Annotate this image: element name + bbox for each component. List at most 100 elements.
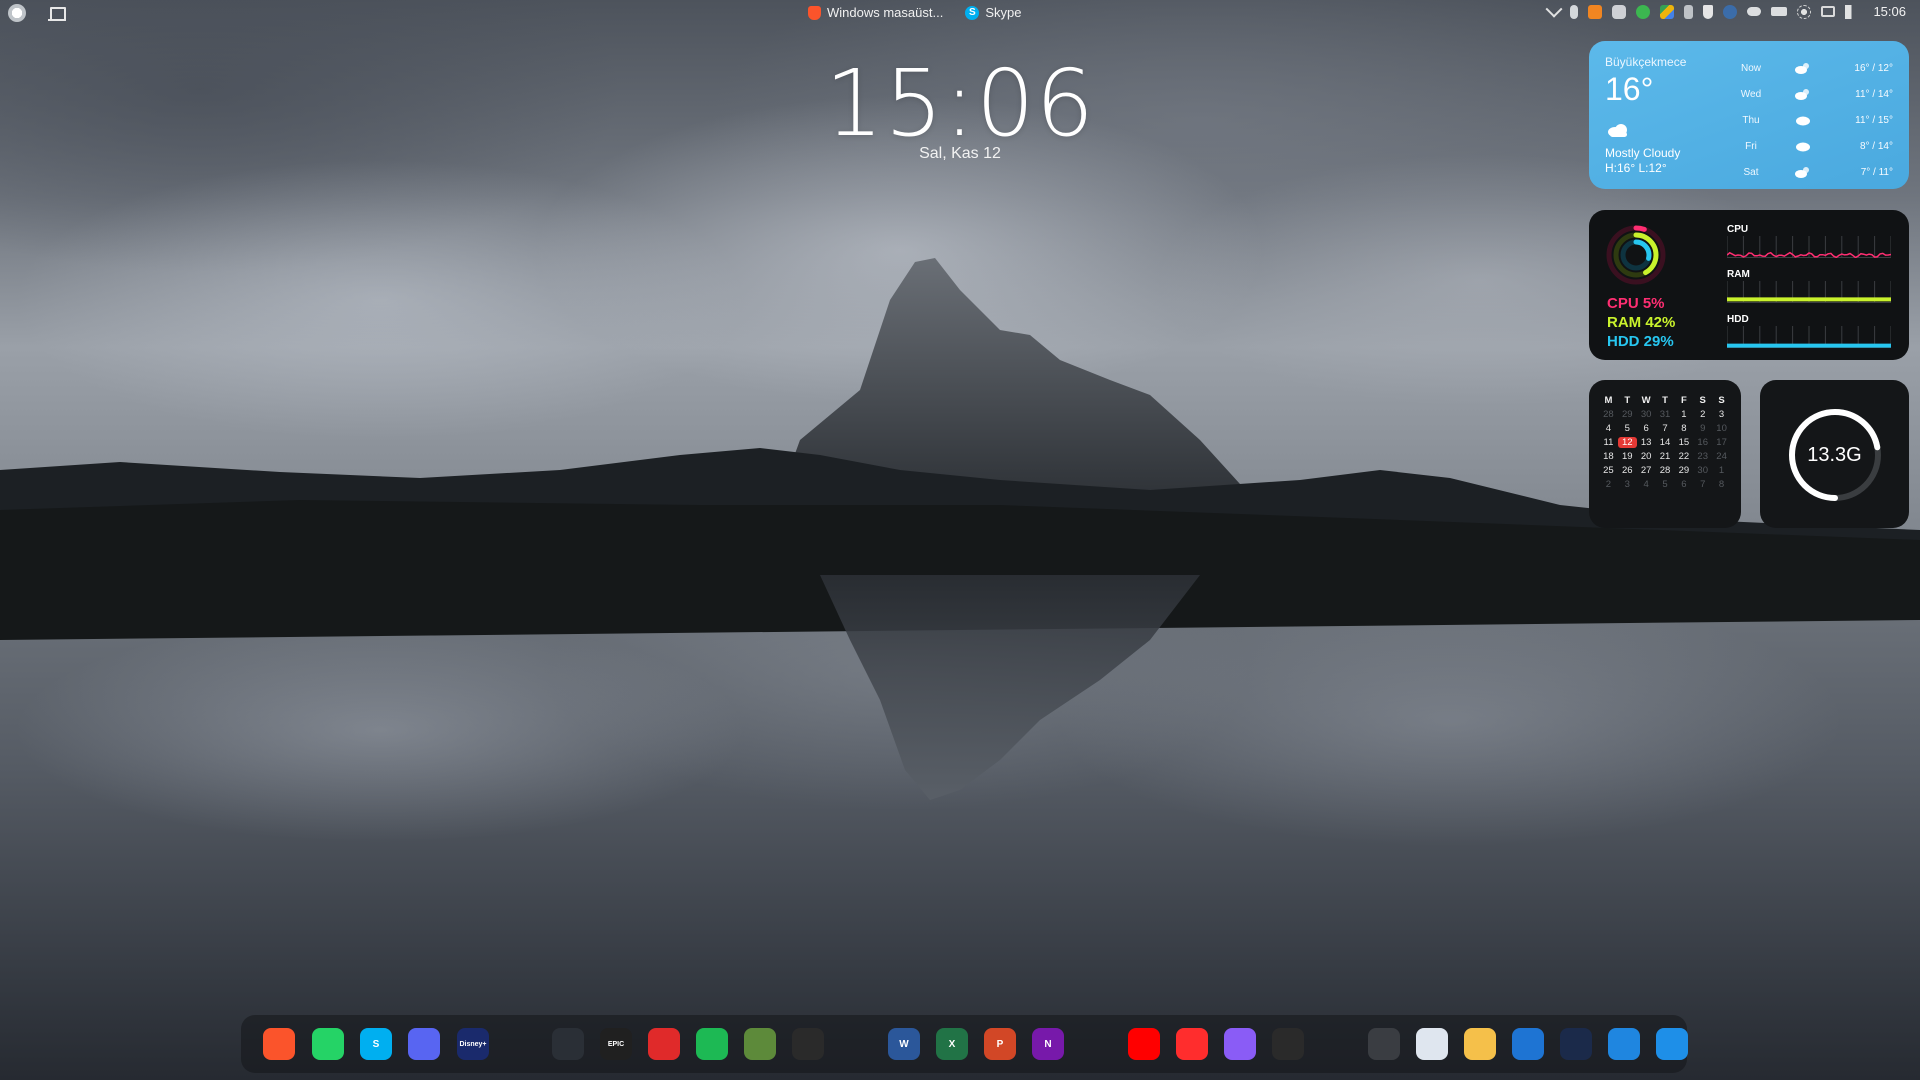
- calendar-day[interactable]: 3: [1618, 479, 1637, 490]
- calendar-widget[interactable]: M T W T F S S 28 29 30 31 1 2 3 4 5 6 7 8 9 10 11 12 13 14 15 16 17…: [1589, 380, 1741, 528]
- calendar-day[interactable]: 18: [1599, 451, 1618, 462]
- youtube-music-icon[interactable]: [1176, 1028, 1208, 1060]
- calendar-day[interactable]: 1: [1712, 465, 1731, 476]
- system-monitor-widget[interactable]: CPU 5% RAM 42% HDD 29% CPU RAM HDD: [1589, 210, 1909, 360]
- calendar-day[interactable]: 5: [1656, 479, 1675, 490]
- topbar-app-skype[interactable]: S Skype: [965, 5, 1021, 20]
- calendar-day[interactable]: 5: [1618, 423, 1637, 434]
- forecast-row: Thu 11° / 15°: [1725, 107, 1901, 133]
- forecast-range: 11° / 15°: [1855, 114, 1893, 126]
- calendar-day[interactable]: 13: [1637, 437, 1656, 448]
- calendar-day[interactable]: 24: [1712, 451, 1731, 462]
- calendar-day[interactable]: 2: [1599, 479, 1618, 490]
- microsoft-store-icon[interactable]: [1512, 1028, 1544, 1060]
- topbar-left: [8, 4, 66, 22]
- security-icon[interactable]: [1703, 4, 1714, 19]
- forecast-day: Fri: [1745, 140, 1757, 152]
- discord-icon[interactable]: [1612, 4, 1627, 19]
- network-icon[interactable]: [1821, 6, 1836, 17]
- calendar-day[interactable]: 7: [1656, 423, 1675, 434]
- calendar-day[interactable]: 30: [1693, 465, 1712, 476]
- calendar-day[interactable]: 29: [1618, 409, 1637, 420]
- google-drive-icon[interactable]: [1272, 1028, 1304, 1060]
- split-view-icon[interactable]: [1656, 1028, 1688, 1060]
- file-explorer-icon[interactable]: [1464, 1028, 1496, 1060]
- check-icon[interactable]: [1636, 4, 1651, 19]
- powerpoint-icon[interactable]: P: [984, 1028, 1016, 1060]
- calendar-day[interactable]: 14: [1656, 437, 1675, 448]
- top-menu-bar: Windows masaüst... S Skype 15:06: [0, 0, 1920, 28]
- calendar-day[interactable]: 21: [1656, 451, 1675, 462]
- calendar-day[interactable]: 10: [1712, 423, 1731, 434]
- wifi-radar-icon[interactable]: [1608, 1028, 1640, 1060]
- forecast-row: Fri 8° / 14°: [1725, 133, 1901, 159]
- calendar-day[interactable]: 25: [1599, 465, 1618, 476]
- calendar-day[interactable]: 4: [1637, 479, 1656, 490]
- calendar-day[interactable]: 30: [1637, 409, 1656, 420]
- calendar-day[interactable]: 31: [1656, 409, 1675, 420]
- epic-games-icon[interactable]: EPIC: [600, 1028, 632, 1060]
- weather-widget[interactable]: Büyükçekmece 16° Mostly Cloudy H:16° L:1…: [1589, 41, 1909, 189]
- calendar-day[interactable]: 27: [1637, 465, 1656, 476]
- onenote-icon[interactable]: N: [1032, 1028, 1064, 1060]
- calendar-day[interactable]: 3: [1712, 409, 1731, 420]
- calendar-day[interactable]: 1: [1674, 409, 1693, 420]
- volume-icon[interactable]: [1845, 4, 1860, 19]
- calendar-day[interactable]: 8: [1712, 479, 1731, 490]
- brave-icon[interactable]: [263, 1028, 295, 1060]
- google-drive-icon[interactable]: [1660, 4, 1675, 19]
- xbox-icon[interactable]: [696, 1028, 728, 1060]
- calendar-day[interactable]: 20: [1637, 451, 1656, 462]
- calendar-day[interactable]: 8: [1674, 423, 1693, 434]
- calendar-day[interactable]: 22: [1674, 451, 1693, 462]
- calendar-day[interactable]: 26: [1618, 465, 1637, 476]
- whatsapp-icon[interactable]: [312, 1028, 344, 1060]
- tray-clock[interactable]: 15:06: [1873, 4, 1906, 19]
- word-icon[interactable]: W: [888, 1028, 920, 1060]
- forecast-row: Wed 11° / 14°: [1725, 81, 1901, 107]
- calendar-day[interactable]: 6: [1637, 423, 1656, 434]
- steam-icon[interactable]: [1723, 4, 1738, 19]
- copilot-icon[interactable]: [1224, 1028, 1256, 1060]
- storage-widget[interactable]: 13.3G: [1760, 380, 1909, 528]
- calendar-day[interactable]: 23: [1693, 451, 1712, 462]
- battery-icon[interactable]: [1771, 7, 1788, 16]
- discord-icon[interactable]: [408, 1028, 440, 1060]
- settings-icon[interactable]: [1368, 1028, 1400, 1060]
- affinity-icon[interactable]: [1560, 1028, 1592, 1060]
- calendar-day[interactable]: 15: [1674, 437, 1693, 448]
- disney-plus-icon[interactable]: Disney+: [457, 1028, 489, 1060]
- calendar-day[interactable]: 2: [1693, 409, 1712, 420]
- calendar-day[interactable]: 29: [1674, 465, 1693, 476]
- calendar-day[interactable]: 7: [1693, 479, 1712, 490]
- calendar-day[interactable]: 6: [1674, 479, 1693, 490]
- calendar-day[interactable]: 16: [1693, 437, 1712, 448]
- control-panel-icon[interactable]: [1416, 1028, 1448, 1060]
- steam-icon[interactable]: [552, 1028, 584, 1060]
- topbar-app-brave[interactable]: Windows masaüst...: [808, 5, 943, 20]
- excel-icon[interactable]: X: [936, 1028, 968, 1060]
- minecraft-icon[interactable]: [744, 1028, 776, 1060]
- youtube-icon[interactable]: [1128, 1028, 1160, 1060]
- usb-icon[interactable]: [1684, 4, 1694, 19]
- microphone-icon[interactable]: [1570, 4, 1579, 19]
- cpu-graph-label: CPU: [1727, 224, 1749, 235]
- task-view-icon[interactable]: [48, 5, 66, 21]
- calendar-day[interactable]: 17: [1712, 437, 1731, 448]
- calendar-day[interactable]: 12: [1617, 437, 1637, 448]
- cloud-icon[interactable]: [1747, 7, 1762, 16]
- start-orb-icon[interactable]: [8, 4, 26, 22]
- calendar-day[interactable]: 28: [1599, 409, 1618, 420]
- calendar-day[interactable]: 28: [1656, 465, 1675, 476]
- calendar-day[interactable]: 19: [1618, 451, 1637, 462]
- app-grid-icon[interactable]: [792, 1028, 824, 1060]
- calendar-day[interactable]: 9: [1693, 423, 1712, 434]
- calendar-day[interactable]: 11: [1599, 437, 1618, 448]
- system-tray: 15:06: [1545, 0, 1906, 19]
- skype-icon[interactable]: S: [360, 1028, 392, 1060]
- vlc-icon[interactable]: [1588, 4, 1603, 19]
- fist-app-icon[interactable]: [648, 1028, 680, 1060]
- chevron-up-icon[interactable]: [1545, 0, 1563, 18]
- calendar-day[interactable]: 4: [1599, 423, 1618, 434]
- brightness-icon[interactable]: [1797, 4, 1812, 19]
